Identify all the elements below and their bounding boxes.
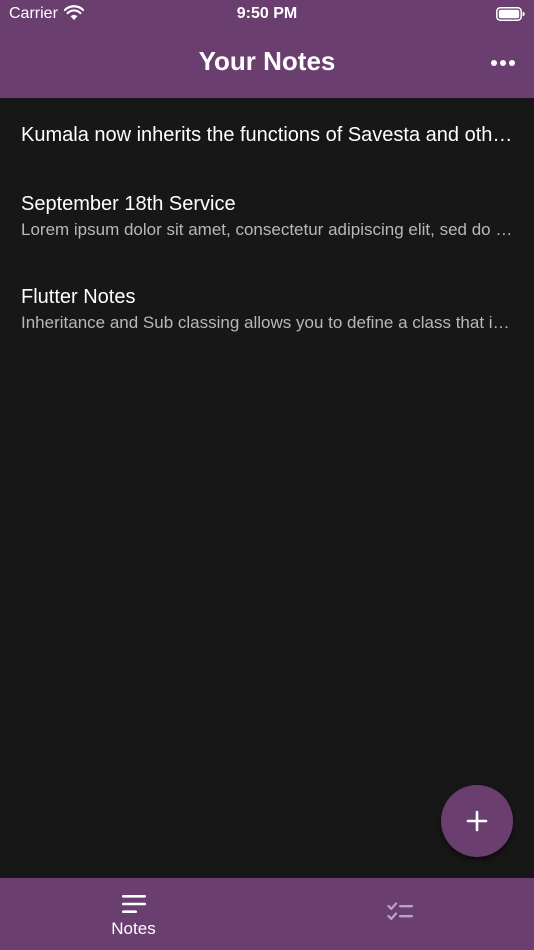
list-item[interactable]: Kumala now inherits the functions of Sav… <box>21 122 516 148</box>
more-horizontal-icon <box>491 60 497 66</box>
note-title: September 18th Service <box>21 193 236 215</box>
status-time: 9:50 PM <box>236 5 298 22</box>
plus-icon <box>466 810 488 832</box>
notes-icon <box>122 895 146 913</box>
note-preview: Inheritance and Sub classing allows you … <box>21 313 516 332</box>
note-preview: Lorem ipsum dolor sit amet, consectetur … <box>21 220 516 239</box>
note-title: Flutter Notes <box>21 286 136 308</box>
note-title: Kumala now inherits the functions of Sav… <box>21 124 516 146</box>
add-note-button[interactable] <box>441 785 513 857</box>
battery-icon <box>496 7 525 21</box>
tab-checklist[interactable] <box>267 878 534 950</box>
notes-app: Carrier 9:50 PM Your Notes Kumala now in… <box>0 0 534 950</box>
status-bar: Carrier 9:50 PM <box>0 0 534 28</box>
page-title: Your Notes <box>198 46 336 76</box>
tab-notes[interactable]: Notes <box>0 878 267 950</box>
bottom-navigation: Notes <box>0 878 534 950</box>
list-item[interactable]: September 18th Service Lorem ipsum dolor… <box>21 191 516 241</box>
list-item[interactable]: Flutter Notes Inheritance and Sub classi… <box>21 284 516 334</box>
more-options-button[interactable] <box>486 50 520 76</box>
tab-notes-label: Notes <box>111 919 156 938</box>
header: Carrier 9:50 PM Your Notes <box>0 0 534 98</box>
checklist-icon <box>387 902 413 920</box>
